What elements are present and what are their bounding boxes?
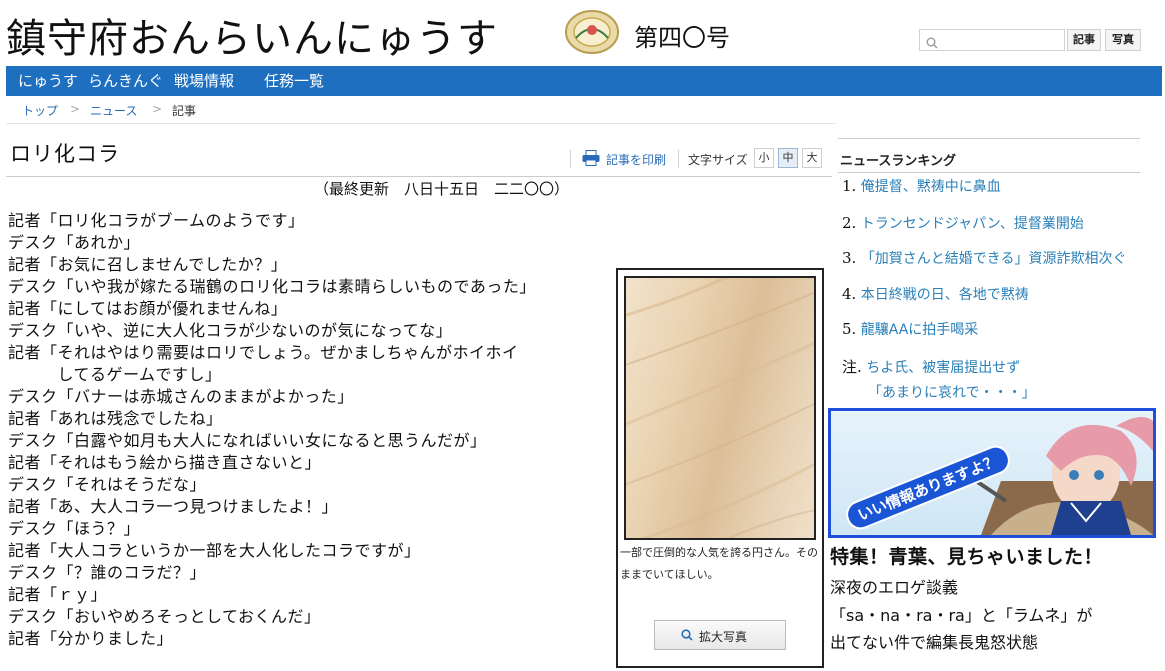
- title-divider: [6, 176, 832, 177]
- breadcrumb: トップ > ニュース > 記事: [6, 96, 836, 124]
- article-line: 記者「ロリ化コラがブームのようです」: [8, 211, 305, 230]
- search-photos-button[interactable]: 写真: [1105, 29, 1141, 51]
- article-line: 記者「それはもう絵から描き直さないと」: [8, 453, 322, 472]
- ranking-item[interactable]: 2. トランセンドジャパン、提督業開始: [842, 213, 1084, 233]
- search-icon: [926, 34, 938, 49]
- magnifier-icon: [681, 629, 693, 641]
- feature-title[interactable]: 特集！青葉、見ちゃいました！: [830, 542, 1103, 569]
- ranking-divider: [838, 138, 1140, 139]
- ranking-link[interactable]: 龍驤AAに拍手喝采: [861, 322, 979, 338]
- breadcrumb-separator: >: [70, 102, 81, 116]
- article-line: デスク「いや、逆に大人化コラが少ないのが気になってな」: [8, 321, 453, 340]
- issue-number: 第四〇号: [634, 24, 730, 52]
- kancolle-logo-icon: [564, 8, 620, 56]
- feature-line[interactable]: 出てない件で編集長鬼怒状態: [830, 629, 1038, 653]
- ranking-link[interactable]: 「加賀さんと結婚できる」資源詐欺相次ぐ: [861, 251, 1127, 267]
- article-line: デスク「バナーは赤城さんのままがよかった」: [8, 387, 354, 406]
- ranking-item[interactable]: 3. 「加賀さんと結婚できる」資源詐欺相次ぐ: [842, 248, 1127, 268]
- font-size-small-button[interactable]: 小: [754, 148, 774, 168]
- ranking-item[interactable]: 注. ちよ氏、被害届提出せず: [842, 356, 1020, 377]
- ranking-number: 注.: [842, 358, 862, 376]
- enlarge-photo-button[interactable]: 拡大写真: [654, 620, 786, 650]
- last-updated: （最終更新 八日十五日 二二〇〇）: [314, 180, 570, 198]
- search-articles-button[interactable]: 記事: [1067, 29, 1101, 51]
- breadcrumb-top[interactable]: トップ: [22, 102, 58, 119]
- ranking-number: 2.: [842, 214, 857, 232]
- breadcrumb-separator: >: [152, 102, 163, 116]
- article-line: デスク「白露や如月も大人になればいい女になると思うんだが」: [8, 431, 487, 450]
- nav-item-news[interactable]: にゅうす: [18, 70, 78, 91]
- article-line: 記者「お気に召しませんでしたか？」: [8, 255, 288, 274]
- article-title: ロリ化コラ: [10, 142, 120, 166]
- ranking-number: 1.: [842, 177, 857, 195]
- ranking-link[interactable]: ちよ氏、被害届提出せず: [866, 360, 1020, 376]
- feature-line[interactable]: 「sa・na・ra・ra」と「ラムネ」が: [830, 602, 1092, 626]
- font-size-large-button[interactable]: 大: [802, 148, 822, 168]
- article-line: デスク「？誰のコラだ？」: [8, 563, 207, 582]
- article-line: 記者「ｒｙ」: [8, 585, 108, 604]
- nav-item-ranking[interactable]: らんきんぐ: [88, 70, 163, 91]
- article-body: 記者「ロリ化コラがブームのようです」 デスク「あれか」 記者「お気に召しませんで…: [8, 210, 608, 650]
- article-photo[interactable]: [624, 276, 816, 540]
- font-size-medium-button[interactable]: 中: [778, 148, 798, 168]
- article-line: 記者「大人コラというか一部を大人化したコラですが」: [8, 541, 421, 560]
- main-nav: にゅうす らんきんぐ 戦場情報 任務一覧: [6, 66, 1162, 96]
- breadcrumb-news[interactable]: ニュース: [90, 102, 137, 119]
- article-line: 記者「それはやはり需要はロリでしょう。ぜかましちゃんがホイホイ: [8, 343, 519, 362]
- breadcrumb-current: 記事: [172, 104, 197, 118]
- article-line: 記者「分かりました」: [8, 629, 174, 648]
- article-line: 記者「にしてはお顔が優れませんね」: [8, 299, 288, 318]
- ranking-number: 4.: [842, 285, 857, 303]
- article-line: 記者「あ、大人コラ一つ見つけましたよ！」: [8, 497, 339, 516]
- search-box[interactable]: [919, 29, 1065, 51]
- printer-icon[interactable]: [582, 150, 600, 166]
- site-title[interactable]: 鎮守府おんらいんにゅうす: [6, 6, 498, 64]
- ranking-divider: [838, 172, 1140, 173]
- ranking-number: 5.: [842, 320, 857, 338]
- article-line: デスク「いや我が嫁たる瑞鶴のロリ化コラは素晴らしいものであった」: [8, 277, 536, 296]
- article-line: デスク「それはそうだな」: [8, 475, 207, 494]
- feature-line[interactable]: 深夜のエロゲ談義: [830, 574, 958, 598]
- font-size-label: 文字サイズ: [688, 153, 748, 167]
- enlarge-photo-label: 拡大写真: [699, 630, 748, 644]
- ranking-link[interactable]: 俺提督、黙祷中に鼻血: [861, 179, 1001, 195]
- ranking-item[interactable]: 4. 本日終戦の日、各地で黙祷: [842, 284, 1029, 304]
- photo-caption: 一部で圧倒的な人気を誇る円さん。そのままでいてほしい。: [620, 546, 818, 581]
- toolbar-divider: [678, 150, 679, 168]
- ranking-note-sub[interactable]: 「あまりに哀れで・・・」: [868, 382, 1036, 402]
- article-line: してるゲームですし」: [8, 365, 222, 384]
- article-line: 記者「あれは残念でしたね」: [8, 409, 223, 428]
- ranking-link[interactable]: 本日終戦の日、各地で黙祷: [861, 287, 1029, 303]
- search-input[interactable]: [942, 31, 1060, 49]
- print-article-link[interactable]: 記事を印刷: [606, 151, 666, 168]
- ranking-item[interactable]: 1. 俺提督、黙祷中に鼻血: [842, 176, 1001, 196]
- ranking-item[interactable]: 5. 龍驤AAに拍手喝采: [842, 319, 978, 339]
- article-line: デスク「ほう？」: [8, 519, 141, 538]
- ranking-title: ニュースランキング: [840, 154, 956, 169]
- aoba-banner[interactable]: いい情報ありますよ？: [828, 408, 1156, 538]
- ranking-number: 3.: [842, 249, 857, 267]
- ranking-link[interactable]: トランセンドジャパン、提督業開始: [861, 216, 1084, 232]
- toolbar-divider: [570, 150, 571, 168]
- nav-item-battle-info[interactable]: 戦場情報: [174, 70, 234, 91]
- nav-item-quests[interactable]: 任務一覧: [264, 70, 324, 91]
- article-photo-box: 一部で圧倒的な人気を誇る円さん。そのままでいてほしい。 拡大写真: [616, 268, 824, 668]
- article-line: デスク「おいやめろそっとしておくんだ」: [8, 607, 321, 626]
- article-line: デスク「あれか」: [8, 233, 141, 252]
